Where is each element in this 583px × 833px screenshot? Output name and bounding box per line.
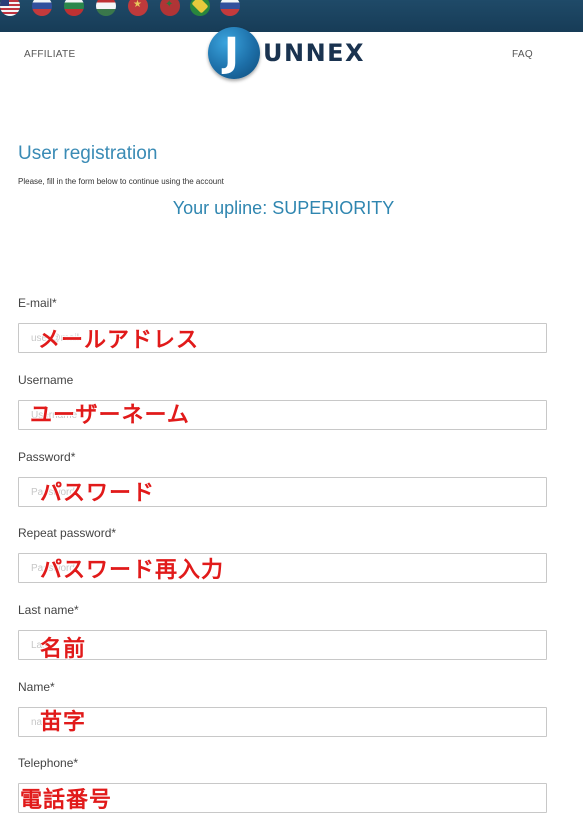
- ma-flag-icon[interactable]: [160, 0, 180, 16]
- last-name-annotation: 名前: [40, 637, 87, 662]
- page-subtitle: Please, fill in the form below to contin…: [18, 177, 224, 186]
- last-name-field[interactable]: Last: [18, 630, 547, 660]
- vn-flag-icon[interactable]: [128, 0, 148, 16]
- last-name-label: Last name*: [18, 603, 79, 617]
- email-label: E-mail*: [18, 296, 57, 310]
- name-label: Name*: [18, 680, 55, 694]
- br-flag-icon[interactable]: [190, 0, 210, 16]
- junnex-logo[interactable]: J UNNEX: [208, 27, 368, 81]
- upline-text: Your upline: SUPERIORITY: [172, 198, 395, 218]
- name-annotation: 苗字: [40, 710, 87, 735]
- us-flag-icon[interactable]: [0, 0, 20, 16]
- telephone-annotation: 電話番号: [20, 788, 113, 813]
- repeat-password-annotation: パスワード再入力: [40, 558, 225, 583]
- page-title: User registration: [18, 143, 158, 164]
- name-field[interactable]: name: [18, 707, 547, 737]
- bg-flag-icon[interactable]: [64, 0, 84, 16]
- ru-flag-icon[interactable]: [32, 0, 52, 16]
- nav-affiliate-link[interactable]: AFFILIATE: [24, 49, 75, 60]
- username-label: Username: [18, 373, 74, 387]
- logo-text: UNNEX: [263, 39, 366, 67]
- username-annotation: ユーザーネーム: [30, 403, 190, 428]
- password-label: Password*: [18, 450, 76, 464]
- telephone-label: Telephone*: [18, 756, 79, 770]
- logo-letter: J: [224, 30, 239, 76]
- repeat-password-label: Repeat password*: [18, 526, 117, 540]
- ru-flag-icon[interactable]: [220, 0, 240, 16]
- nav-faq-link[interactable]: FAQ: [512, 49, 533, 60]
- password-annotation: パスワード: [40, 481, 156, 506]
- hu-flag-icon[interactable]: [96, 0, 116, 16]
- email-annotation: メールアドレス: [38, 328, 200, 353]
